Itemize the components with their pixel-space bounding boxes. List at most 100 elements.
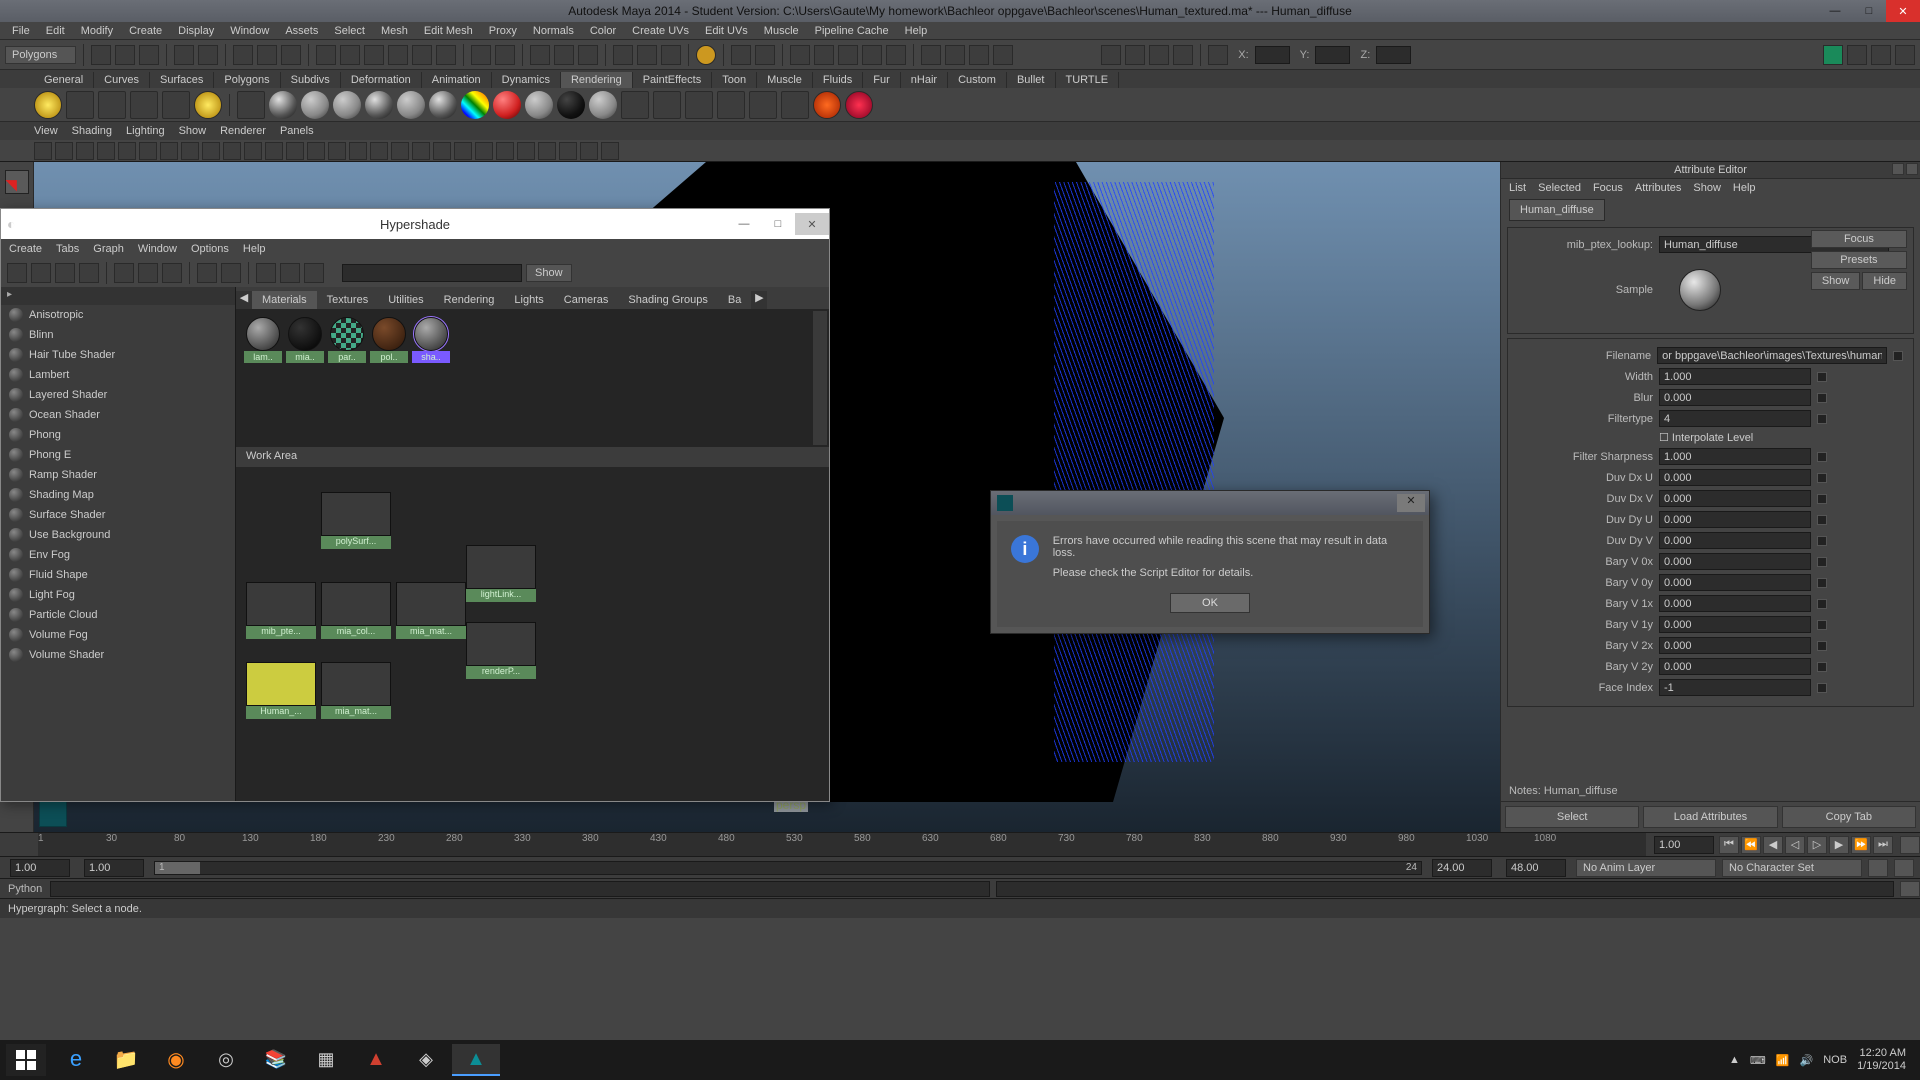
taskbar-app2-icon[interactable]: ◈ — [402, 1044, 450, 1076]
viewtool-icon-24[interactable] — [538, 142, 556, 160]
viewtool-icon-7[interactable] — [181, 142, 199, 160]
attr-map-button[interactable] — [1817, 393, 1827, 403]
shelf-tab-muscle[interactable]: Muscle — [757, 72, 813, 88]
viewtool-icon-26[interactable] — [580, 142, 598, 160]
shader-item[interactable]: Hair Tube Shader — [1, 345, 235, 365]
start-button[interactable] — [6, 1044, 46, 1076]
shader-item[interactable]: Lambert — [1, 365, 235, 385]
viewtool-icon-10[interactable] — [244, 142, 262, 160]
shader-item[interactable]: Ramp Shader — [1, 465, 235, 485]
taskbar-app1-icon[interactable]: ▦ — [302, 1044, 350, 1076]
module-dropdown[interactable]: Polygons — [5, 46, 76, 64]
attr-input[interactable] — [1659, 490, 1811, 507]
viewmenu-lighting[interactable]: Lighting — [126, 125, 165, 137]
viewtool-icon-6[interactable] — [160, 142, 178, 160]
shader-node[interactable]: mia_col... — [321, 582, 391, 639]
ae-min-icon[interactable] — [1892, 163, 1904, 175]
attr-input[interactable] — [1659, 511, 1811, 528]
hs-tool-3-icon[interactable] — [55, 263, 75, 283]
viewtool-icon-18[interactable] — [412, 142, 430, 160]
tex-4-icon[interactable] — [717, 91, 745, 119]
render-settings-icon[interactable] — [578, 45, 598, 65]
shelf-tab-subdivs[interactable]: Subdivs — [281, 72, 341, 88]
mat-7-icon[interactable] — [525, 91, 553, 119]
attr-map-button[interactable] — [1817, 452, 1827, 462]
mat-3-icon[interactable] — [333, 91, 361, 119]
material-thumb[interactable]: pol.. — [370, 317, 408, 363]
taskbar-winrar-icon[interactable]: 📚 — [252, 1044, 300, 1076]
step-back-button[interactable]: ◀ — [1763, 836, 1783, 854]
viewtool-icon-25[interactable] — [559, 142, 577, 160]
shader-item[interactable]: Blinn — [1, 325, 235, 345]
h-icon[interactable] — [969, 45, 989, 65]
hs-search-input[interactable] — [342, 264, 522, 282]
viewtool-icon-16[interactable] — [370, 142, 388, 160]
hs-tab-right-icon[interactable]: ▶ — [751, 291, 767, 309]
light-spot-icon[interactable] — [66, 91, 94, 119]
viewtool-icon-21[interactable] — [475, 142, 493, 160]
viewtool-icon-17[interactable] — [391, 142, 409, 160]
shader-item[interactable]: Volume Fog — [1, 625, 235, 645]
snap-grid-icon[interactable] — [316, 45, 336, 65]
attr-map-button[interactable] — [1817, 620, 1827, 630]
ae-menu-selected[interactable]: Selected — [1538, 182, 1581, 194]
autokey-icon[interactable] — [1868, 859, 1888, 877]
viewtool-icon-0[interactable] — [34, 142, 52, 160]
viewtool-icon-15[interactable] — [349, 142, 367, 160]
shelf-tab-rendering[interactable]: Rendering — [561, 72, 633, 88]
shelf-tab-toon[interactable]: Toon — [712, 72, 757, 88]
ae-menu-show[interactable]: Show — [1693, 182, 1721, 194]
light-direct-icon[interactable] — [98, 91, 126, 119]
viewtool-icon-19[interactable] — [433, 142, 451, 160]
select-component-icon[interactable] — [281, 45, 301, 65]
select-tool[interactable] — [5, 170, 29, 194]
menu-mesh[interactable]: Mesh — [373, 25, 416, 37]
go-start-button[interactable]: ⏮ — [1719, 836, 1739, 854]
hs-close-button[interactable]: ✕ — [795, 213, 829, 235]
snap-point-icon[interactable] — [364, 45, 384, 65]
ae-menu-attributes[interactable]: Attributes — [1635, 182, 1681, 194]
taskbar-ie-icon[interactable]: e — [52, 1044, 100, 1076]
open-scene-icon[interactable] — [115, 45, 135, 65]
viewtool-icon-3[interactable] — [97, 142, 115, 160]
attr-input[interactable] — [1659, 658, 1811, 675]
shelf-tab-dynamics[interactable]: Dynamics — [492, 72, 561, 88]
e-icon[interactable] — [886, 45, 906, 65]
material-thumb[interactable]: mia.. — [286, 317, 324, 363]
menu-proxy[interactable]: Proxy — [481, 25, 525, 37]
shader-item[interactable]: Env Fog — [1, 545, 235, 565]
shelf-tab-nhair[interactable]: nHair — [901, 72, 948, 88]
attr-input[interactable] — [1659, 574, 1811, 591]
attr-input[interactable] — [1659, 616, 1811, 633]
light-area-icon[interactable] — [130, 91, 158, 119]
i-icon[interactable] — [993, 45, 1013, 65]
node-tab[interactable]: Human_diffuse — [1509, 199, 1605, 221]
save-scene-icon[interactable] — [139, 45, 159, 65]
dialog-ok-button[interactable]: OK — [1170, 593, 1250, 613]
m-icon[interactable] — [1173, 45, 1193, 65]
attr-map-button[interactable] — [1817, 414, 1827, 424]
hs-bin-tab[interactable]: Ba — [718, 291, 751, 309]
shelf-tab-custom[interactable]: Custom — [948, 72, 1007, 88]
menu-edit-uvs[interactable]: Edit UVs — [697, 25, 756, 37]
input-rel-icon[interactable] — [661, 45, 681, 65]
snap-live-icon[interactable] — [412, 45, 432, 65]
ae-menu-help[interactable]: Help — [1733, 182, 1756, 194]
shader-node[interactable]: mib_pte... — [246, 582, 316, 639]
viewtool-icon-22[interactable] — [496, 142, 514, 160]
history-icon[interactable] — [471, 45, 491, 65]
snap-plane-icon[interactable] — [388, 45, 408, 65]
playback-start-input[interactable] — [84, 859, 144, 877]
dialog-close-button[interactable]: ✕ — [1397, 494, 1425, 512]
hs-bin-tab[interactable]: Cameras — [554, 291, 619, 309]
ae-close-icon[interactable] — [1906, 163, 1918, 175]
viewtool-icon-27[interactable] — [601, 142, 619, 160]
render-region-icon[interactable] — [755, 45, 775, 65]
viewtool-icon-14[interactable] — [328, 142, 346, 160]
menu-muscle[interactable]: Muscle — [756, 25, 807, 37]
viewtool-icon-23[interactable] — [517, 142, 535, 160]
play-fwd-button[interactable]: ▷ — [1807, 836, 1827, 854]
hs-bin-tab[interactable]: Textures — [317, 291, 379, 309]
d-icon[interactable] — [862, 45, 882, 65]
shader-item[interactable]: Fluid Shape — [1, 565, 235, 585]
